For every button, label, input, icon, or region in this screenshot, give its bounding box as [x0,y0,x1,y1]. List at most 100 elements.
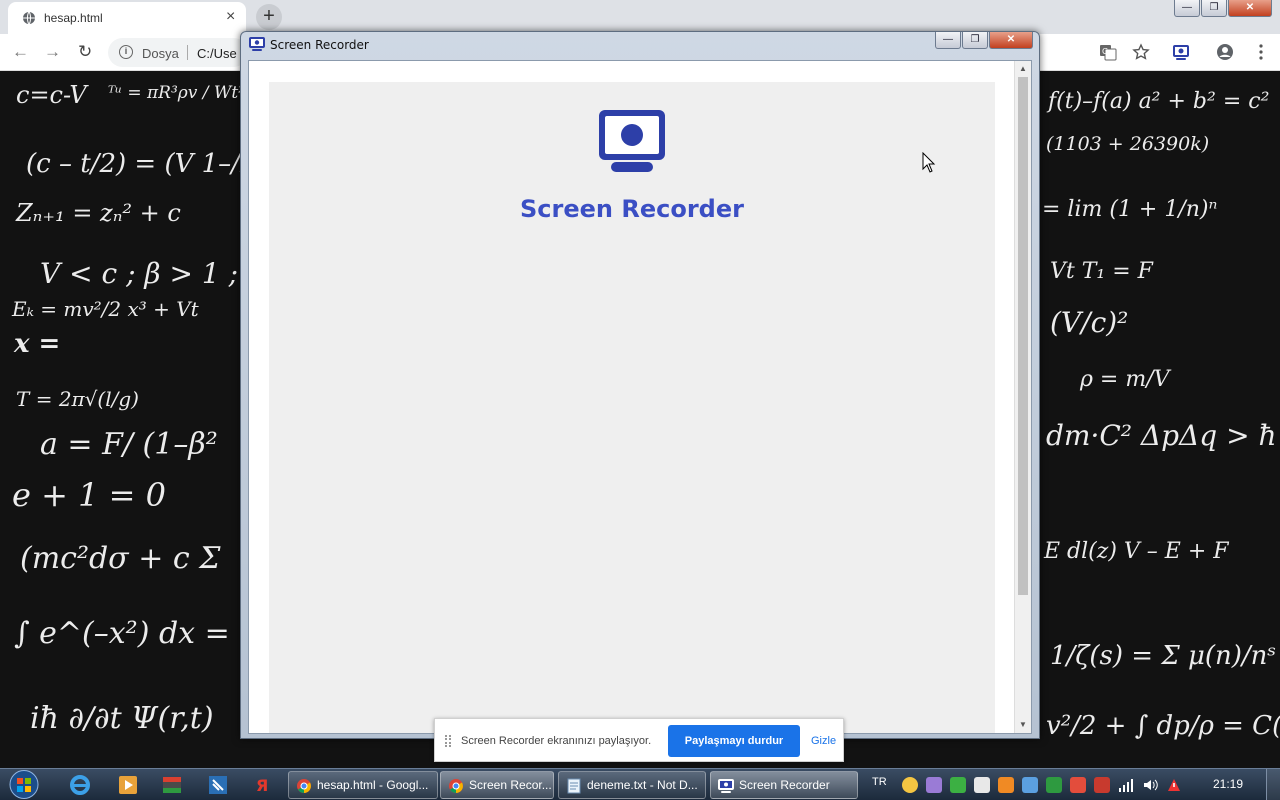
equation: (1103 + 26390k) [1046,133,1210,155]
equation: ρ = m/V [1080,367,1170,392]
media-player-icon[interactable] [116,774,140,796]
back-icon[interactable]: ← [12,42,29,62]
monitor-icon [599,110,665,172]
tray-app-icon[interactable] [1046,777,1062,793]
task-label: Screen Recorder [739,778,830,792]
scroll-thumb[interactable] [1018,77,1028,595]
equation: (c – t/2) = (V 1–/2 [26,149,257,179]
equation: x = [14,329,61,359]
tray-app-icon[interactable] [1022,777,1038,793]
vertical-scrollbar[interactable]: ▲ ▼ [1014,61,1031,733]
task-screen-recorder[interactable]: Screen Recorder [710,771,858,799]
start-button[interactable] [4,769,44,800]
equation: e + 1 = 0 [12,476,166,514]
task-label: hesap.html - Googl... [317,778,429,792]
browser-window-controls: — ❐ ✕ [1173,0,1272,18]
tray-app-icon[interactable] [1094,777,1110,793]
recorder-window-controls: — ❐ ✕ [934,32,1033,49]
yandex-icon[interactable]: Я [250,774,274,796]
task-screen-recorder-chrome[interactable]: Screen Recor... [440,771,554,799]
tray-app-icon[interactable] [950,777,966,793]
address-bar[interactable]: i Dosya C:/Use [108,38,248,67]
tab-strip: hesap.html × + — ❐ ✕ [0,0,1280,34]
svg-text:G: G [1102,47,1108,56]
share-message: Screen Recorder ekranınızı paylaşıyor. [461,735,652,747]
mouse-cursor-icon [922,152,936,173]
equation: E dl(z) V – E + F [1044,539,1229,564]
star-icon[interactable] [1132,43,1150,61]
menu-icon[interactable] [1252,43,1270,61]
language-indicator[interactable]: TR [872,776,887,788]
scroll-up-icon[interactable]: ▲ [1015,61,1031,77]
equation: (V/c)² [1050,306,1129,339]
close-button[interactable]: ✕ [989,32,1033,49]
recorder-content: Screen Recorder ▲ ▼ [248,60,1032,734]
task-hesap[interactable]: hesap.html - Googl... [288,771,438,799]
equation: 1/ζ(s) = Σ μ(n)/nˢ [1050,641,1277,671]
notification-icon[interactable] [1166,777,1182,793]
forward-icon[interactable]: → [44,42,61,62]
equation: f(t)–f(a) a² + b² = c² [1048,89,1270,114]
app-pin-icon[interactable] [160,774,184,796]
task-notepad[interactable]: deneme.txt - Not D... [558,771,706,799]
screen-recorder-extension-icon[interactable] [1172,43,1190,61]
screen-recorder-window: Screen Recorder — ❐ ✕ Screen Recorder ▲ … [240,31,1040,739]
hide-link[interactable]: Gizle [811,735,836,747]
window-title: Screen Recorder [270,38,369,52]
svg-text:Я: Я [256,776,268,795]
equation: ᵀᵘ = πR³ρv / Wt² [108,83,246,103]
internet-explorer-icon[interactable] [68,774,92,796]
tab-close-icon[interactable]: × [226,8,235,26]
translate-icon[interactable]: G [1099,43,1117,61]
tab-hesap[interactable]: hesap.html × [8,2,246,34]
equation: Zₙ₊₁ = zₙ² + c [16,199,181,227]
equation: dm·C² ΔpΔq > ħ [1046,419,1277,452]
app-heading: Screen Recorder [520,195,744,223]
divider [187,45,188,60]
tray-app-icon[interactable] [974,777,990,793]
app-pin-icon[interactable] [206,774,230,796]
equation: V < c ; β > 1 ; [40,257,238,290]
show-desktop-button[interactable] [1266,769,1280,800]
tab-title: hesap.html [44,11,103,25]
volume-icon[interactable] [1142,777,1158,793]
chrome-icon [297,779,311,793]
equation: T = 2π√(l/g) [16,387,139,411]
stop-sharing-button[interactable]: Paylaşmayı durdur [668,725,800,757]
minimize-button[interactable]: — [935,32,961,49]
security-label: Dosya [142,46,179,61]
profile-icon[interactable] [1216,43,1234,61]
equation: v²/2 + ∫ dp/ρ = C(t) [1046,711,1280,741]
drag-handle[interactable] [445,735,451,747]
clock[interactable]: 21:19 [1200,769,1256,800]
chrome-icon [449,779,463,793]
tray-app-icon[interactable] [998,777,1014,793]
notepad-icon [567,778,581,794]
equation: Eₖ = mv²/2 x³ + Vt [12,297,199,321]
equation: iħ ∂/∂t Ψ(r,t) [30,701,214,736]
url-text[interactable]: C:/Use [197,46,237,61]
maximize-button[interactable]: ❐ [962,32,988,49]
reload-icon[interactable]: ↻ [78,42,92,62]
tray-app-icon[interactable] [1070,777,1086,793]
info-icon[interactable]: i [119,45,133,59]
tray-app-icon[interactable] [926,777,942,793]
tray-app-icon[interactable] [902,777,918,793]
screen-recorder-icon [249,37,265,51]
new-tab-button[interactable]: + [256,4,282,30]
minimize-button[interactable]: — [1174,0,1200,17]
equation: = lim (1 + 1/n)ⁿ [1042,197,1218,222]
taskbar: Я hesap.html - Googl... Screen Recor... … [0,768,1280,800]
equation: Vt T₁ = F [1050,259,1153,284]
equation: c=c-V [16,81,87,109]
task-label: deneme.txt - Not D... [587,778,698,792]
equation: (mc²dσ + c Σ [20,541,221,576]
equation: a = F/ (1–β² [40,427,218,462]
maximize-button[interactable]: ❐ [1201,0,1227,17]
close-button[interactable]: ✕ [1228,0,1272,17]
globe-icon [23,11,35,25]
scroll-down-icon[interactable]: ▼ [1015,717,1031,733]
screen-recorder-icon [718,779,734,793]
recorder-panel: Screen Recorder [269,82,995,733]
network-icon[interactable] [1118,777,1134,793]
